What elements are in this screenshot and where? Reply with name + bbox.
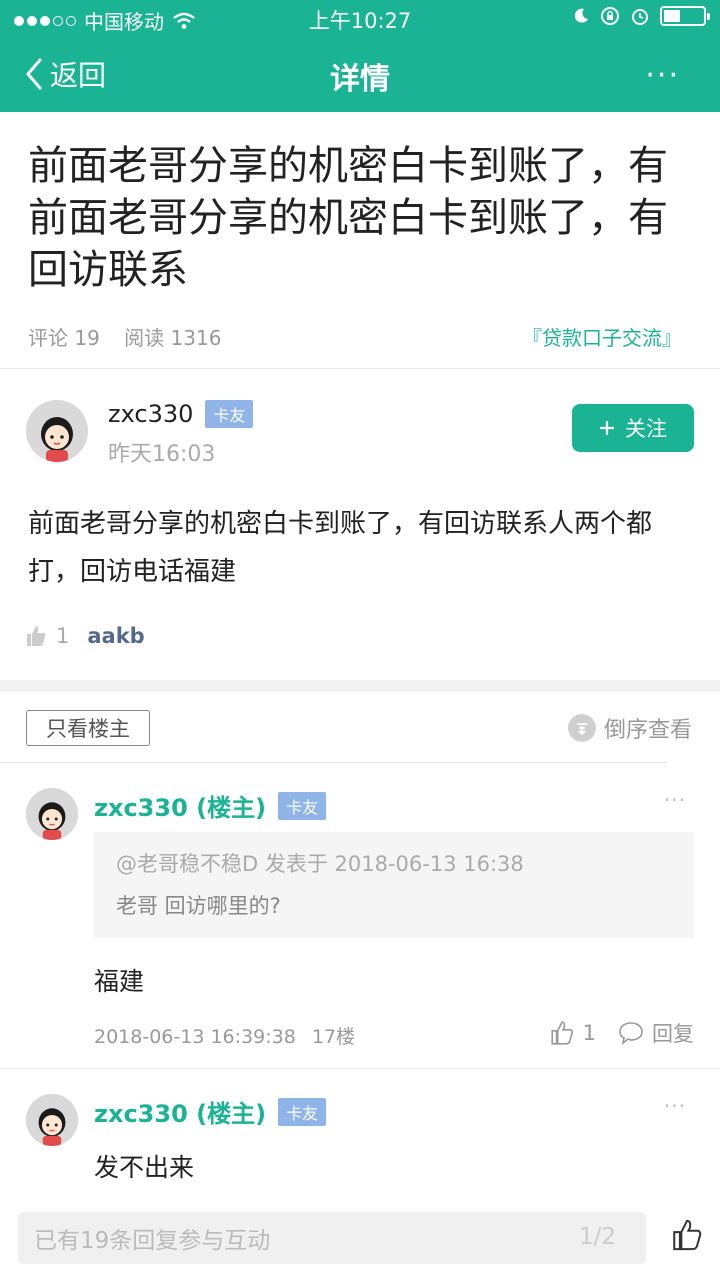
- page-indicator[interactable]: 1/2: [579, 1224, 616, 1250]
- quote-text: 老哥 回访哪里的?: [116, 894, 281, 918]
- divider: [0, 1068, 720, 1069]
- reply-text: 福建: [94, 967, 145, 996]
- read-count: 阅读 1316: [124, 326, 222, 350]
- page-title: 详情: [330, 62, 390, 97]
- follow-button[interactable]: 关注: [572, 404, 694, 452]
- reply-like-count: 1: [582, 1021, 596, 1045]
- post-author: zxc330 卡友 昨天16:03 关注: [26, 398, 694, 468]
- post-time: 昨天16:03: [108, 442, 216, 467]
- divider: [0, 762, 668, 763]
- thumbs-up-icon[interactable]: [549, 1020, 575, 1046]
- reply-item: zxc330 (楼主) 卡友 ··· 发不出来: [26, 1094, 694, 1194]
- quoted-reply: @老哥稳不稳D 发表于 2018-06-13 16:38 老哥 回访哪里的?: [94, 832, 694, 938]
- reply-button[interactable]: 回复: [652, 1018, 694, 1048]
- like-count: 1: [56, 624, 70, 648]
- quote-header: @老哥稳不稳D 发表于 2018-06-13 16:38: [116, 852, 524, 876]
- avatar[interactable]: [26, 788, 78, 840]
- thumbs-up-icon: [670, 1218, 704, 1252]
- reply-datetime: 2018-06-13 16:39:38: [94, 1026, 296, 1048]
- battery-icon: [660, 6, 710, 26]
- thumbs-up-icon[interactable]: [24, 624, 48, 648]
- status-bar: 中国移动 上午10:27: [0, 0, 720, 36]
- reply-floor: 17楼: [311, 1026, 356, 1048]
- follow-label: 关注: [625, 417, 667, 441]
- divider: [0, 368, 720, 369]
- author-name[interactable]: zxc330: [108, 400, 193, 428]
- avatar[interactable]: [26, 400, 88, 462]
- user-badge: 卡友: [205, 400, 254, 428]
- reply-item: zxc330 (楼主) 卡友 ··· @老哥稳不稳D 发表于 2018-06-1…: [26, 788, 694, 1058]
- reverse-order-button[interactable]: 倒序查看: [567, 712, 692, 744]
- reply-footer: 2018-06-13 16:39:38 17楼 1 回复: [94, 1020, 694, 1049]
- avatar[interactable]: [26, 1094, 78, 1146]
- more-options-button[interactable]: ···: [645, 58, 680, 93]
- user-badge: 卡友: [278, 791, 327, 820]
- alarm-icon: [630, 6, 650, 26]
- reply-author-name[interactable]: zxc330 (楼主): [94, 1094, 266, 1129]
- bottom-bar: 已有19条回复参与互动 1/2: [0, 1202, 720, 1280]
- reply-text: 发不出来: [94, 1153, 195, 1182]
- post-title: 前面老哥分享的机密白卡到账了，有前面老哥分享的机密白卡到账了，有回访联系: [28, 143, 668, 293]
- moon-icon: [572, 7, 590, 25]
- only-owner-button[interactable]: 只看楼主: [26, 710, 150, 746]
- reverse-order-label: 倒序查看: [603, 718, 692, 743]
- post-body: 前面老哥分享的机密白卡到账了，有回访联系人两个都打，回访电话福建: [28, 509, 653, 587]
- liked-by-user[interactable]: aakb: [87, 624, 144, 648]
- forum-tag-link[interactable]: 『贷款口子交流』: [522, 322, 682, 351]
- post-likes: 1 aakb: [24, 624, 145, 648]
- sort-icon: [567, 714, 596, 742]
- section-separator: [0, 680, 720, 692]
- nav-bar: 返回 详情 ···: [0, 36, 720, 112]
- reply-input-placeholder: 已有19条回复参与互动: [34, 1228, 271, 1254]
- reply-more-button[interactable]: ···: [664, 1094, 686, 1118]
- reply-input[interactable]: 已有19条回复参与互动 1/2: [18, 1212, 646, 1264]
- like-post-button[interactable]: [670, 1218, 704, 1252]
- plus-icon: [599, 420, 615, 436]
- user-badge: 卡友: [278, 1097, 327, 1126]
- reply-author-name[interactable]: zxc330 (楼主): [94, 788, 266, 823]
- reply-more-button[interactable]: ···: [664, 788, 686, 812]
- post-meta: 评论 19 阅读 1316 『贷款口子交流』: [28, 322, 692, 352]
- comment-icon[interactable]: [618, 1021, 644, 1045]
- rotation-lock-icon: [600, 6, 620, 26]
- comment-count: 评论 19: [28, 326, 100, 350]
